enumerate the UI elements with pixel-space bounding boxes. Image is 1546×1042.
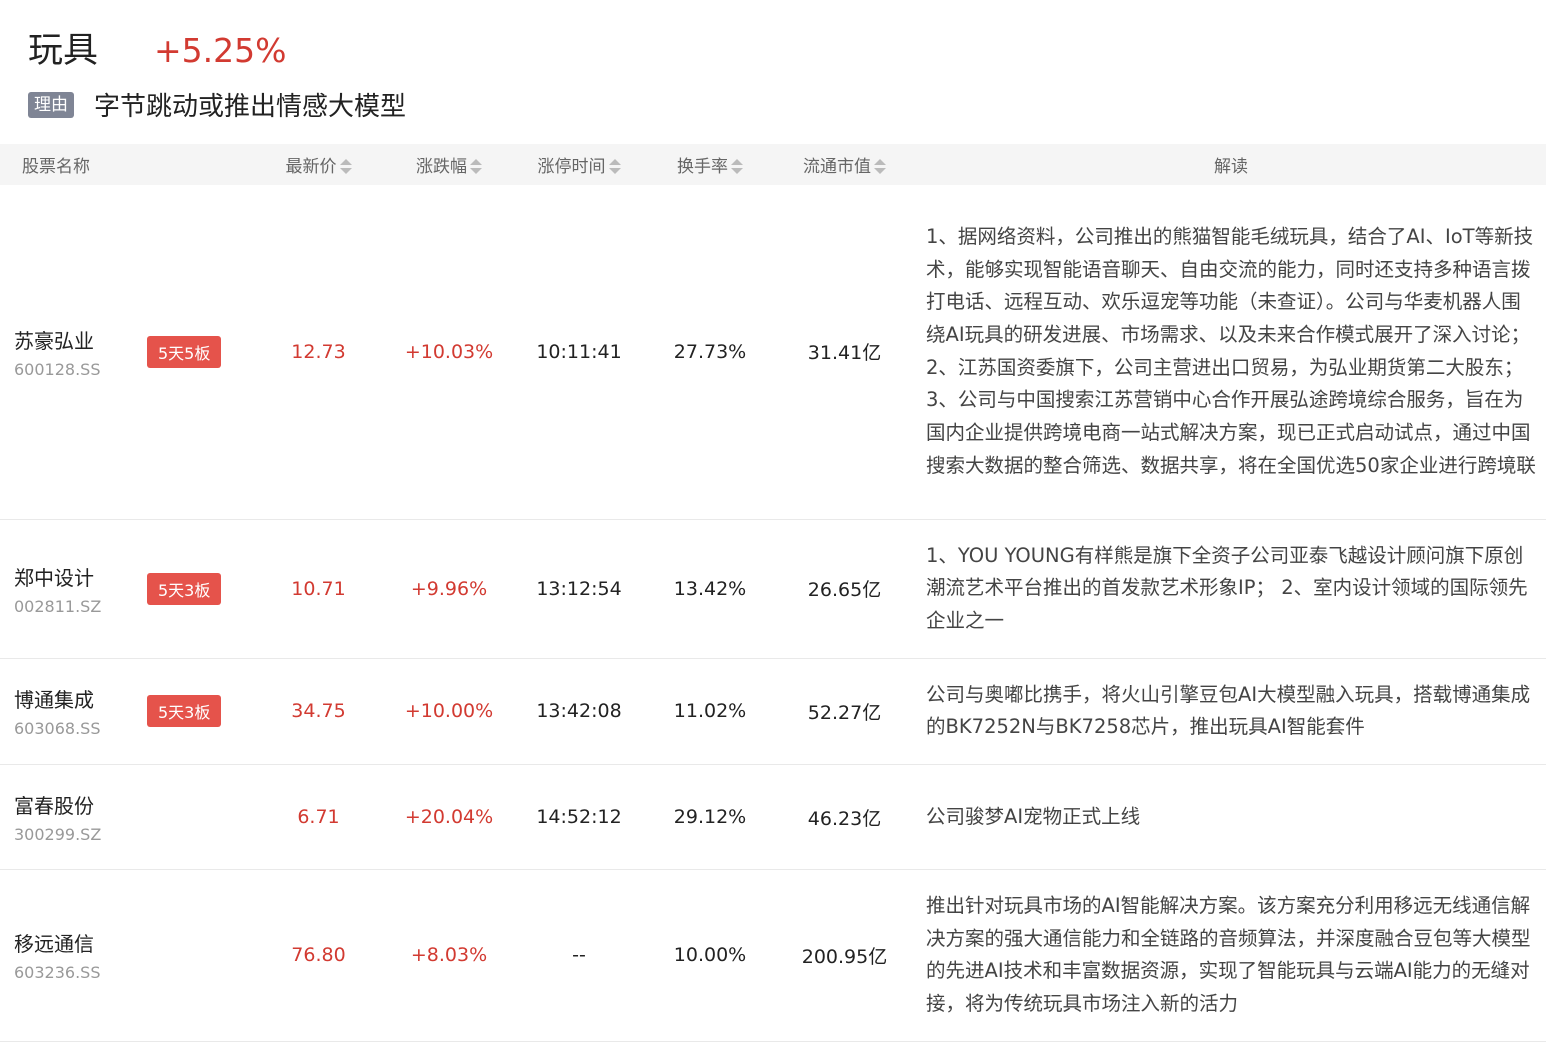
description-cell: 推出针对玩具市场的AI智能解决方案。该方案充分利用移远无线通信解决方案的强大通信…: [926, 894, 1531, 1016]
stock-name-cell[interactable]: 苏豪弘业 600128.SS: [0, 185, 130, 519]
stock-name-cell[interactable]: 博通集成 603068.SS: [0, 658, 130, 764]
turnover-cell: 13.42%: [673, 577, 747, 600]
stock-name-cell[interactable]: 郑中设计 002811.SZ: [0, 519, 130, 658]
limit-time-cell: 14:52:12: [536, 806, 622, 829]
limit-time-cell: 10:11:41: [536, 340, 622, 363]
turnover-cell: 11.02%: [673, 700, 747, 723]
sector-change: +5.25%: [154, 31, 287, 70]
price-cell: 76.80: [291, 944, 346, 967]
price-cell: 10.71: [291, 577, 346, 600]
stock-name[interactable]: 郑中设计: [14, 562, 130, 591]
change-cell: +10.00%: [404, 700, 494, 723]
stock-code: 300299.SZ: [14, 825, 102, 845]
sort-arrows-icon[interactable]: [874, 158, 886, 176]
sort-arrows-icon[interactable]: [608, 158, 621, 176]
title-row: 玩具 +5.25%: [28, 22, 287, 73]
sort-arrows-icon[interactable]: [470, 158, 482, 176]
market-cap-cell: 52.27亿: [807, 701, 882, 724]
table-row[interactable]: 郑中设计 002811.SZ 5天3板 10.71 +9.96% 13:12:5…: [0, 519, 1546, 659]
price-cell: 34.75: [291, 700, 346, 723]
col-header-description: 解读: [1214, 157, 1248, 177]
turnover-cell: 27.73%: [673, 340, 747, 363]
change-cell: +8.03%: [410, 944, 488, 967]
stock-code: 002811.SZ: [14, 596, 102, 616]
sort-arrows-icon[interactable]: [731, 158, 743, 176]
price-cell: 12.73: [291, 340, 346, 363]
sort-arrows-icon[interactable]: [339, 158, 352, 176]
col-header-market-cap[interactable]: 流通市值: [773, 144, 916, 185]
badge-cell: 5天5板: [130, 185, 250, 519]
change-cell: +10.03%: [404, 340, 494, 363]
description-cell: 1、YOU YOUNG有样熊是旗下全资子公司亚泰飞越设计顾问旗下原创潮流艺术平台…: [926, 543, 1528, 632]
col-header-name: 股票名称: [22, 157, 90, 177]
description-cell: 1、据网络资料，公司推出的熊猫智能毛绒玩具，结合了AI、IoT等新技术，能够实现…: [926, 224, 1536, 477]
turnover-cell: 10.00%: [673, 944, 747, 967]
stock-code: 603068.SS: [14, 719, 101, 739]
stock-table: 股票名称 最新价 涨跌幅 涨停时间 换手率 流通市值 解读 苏豪弘业 60012…: [0, 144, 1546, 1042]
table-header-row: 股票名称 最新价 涨跌幅 涨停时间 换手率 流通市值 解读: [0, 144, 1546, 185]
col-header-limit-time[interactable]: 涨停时间: [511, 144, 647, 185]
table-row[interactable]: 移远通信 603236.SS 76.80 +8.03% -- 10.00% 20…: [0, 870, 1546, 1042]
badge-cell: 5天3板: [130, 519, 250, 658]
status-badge: 5天3板: [147, 572, 222, 605]
reason-tag: 理由: [28, 91, 74, 118]
reason-text: 字节跳动或推出情感大模型: [94, 92, 407, 122]
limit-time-cell: --: [572, 944, 586, 967]
stock-name[interactable]: 富春股份: [14, 790, 130, 819]
table-row[interactable]: 苏豪弘业 600128.SS 5天5板 12.73 +10.03% 10:11:…: [0, 185, 1546, 519]
turnover-cell: 29.12%: [673, 806, 747, 829]
market-cap-cell: 31.41亿: [807, 342, 882, 365]
stock-code: 600128.SS: [14, 359, 101, 379]
stock-name[interactable]: 移远通信: [14, 928, 130, 957]
reason-row: 理由 字节跳动或推出情感大模型: [28, 86, 406, 123]
col-header-turnover[interactable]: 换手率: [647, 144, 773, 185]
stock-name-cell[interactable]: 富春股份 300299.SZ: [0, 765, 130, 870]
status-badge: 5天5板: [147, 335, 222, 368]
market-cap-cell: 200.95亿: [801, 945, 888, 968]
description-cell: 公司与奥嘟比携手，将火山引擎豆包AI大模型融入玩具，搭载博通集成的BK7252N…: [926, 682, 1531, 739]
table-row[interactable]: 博通集成 603068.SS 5天3板 34.75 +10.00% 13:42:…: [0, 658, 1546, 765]
sector-header: 玩具 +5.25% 理由 字节跳动或推出情感大模型: [0, 0, 1546, 144]
market-cap-cell: 26.65亿: [807, 579, 882, 602]
stock-code: 603236.SS: [14, 963, 101, 983]
stock-name[interactable]: 博通集成: [14, 684, 130, 713]
badge-cell: [130, 870, 250, 1042]
change-cell: +20.04%: [404, 806, 494, 829]
market-cap-cell: 46.23亿: [807, 807, 882, 830]
status-badge: 5天3板: [147, 695, 222, 728]
badge-cell: 5天3板: [130, 658, 250, 764]
stock-name[interactable]: 苏豪弘业: [14, 325, 130, 354]
limit-time-cell: 13:12:54: [536, 577, 622, 600]
col-header-change[interactable]: 涨跌幅: [387, 144, 511, 185]
change-cell: +9.96%: [410, 577, 488, 600]
stock-name-cell[interactable]: 移远通信 603236.SS: [0, 870, 130, 1042]
table-row[interactable]: 富春股份 300299.SZ 6.71 +20.04% 14:52:12 29.…: [0, 765, 1546, 870]
col-header-price[interactable]: 最新价: [250, 144, 387, 185]
sector-name: 玩具: [28, 31, 99, 71]
badge-cell: [130, 765, 250, 870]
limit-time-cell: 13:42:08: [536, 700, 622, 723]
price-cell: 6.71: [297, 806, 340, 829]
description-cell: 公司骏梦AI宠物正式上线: [926, 804, 1141, 828]
